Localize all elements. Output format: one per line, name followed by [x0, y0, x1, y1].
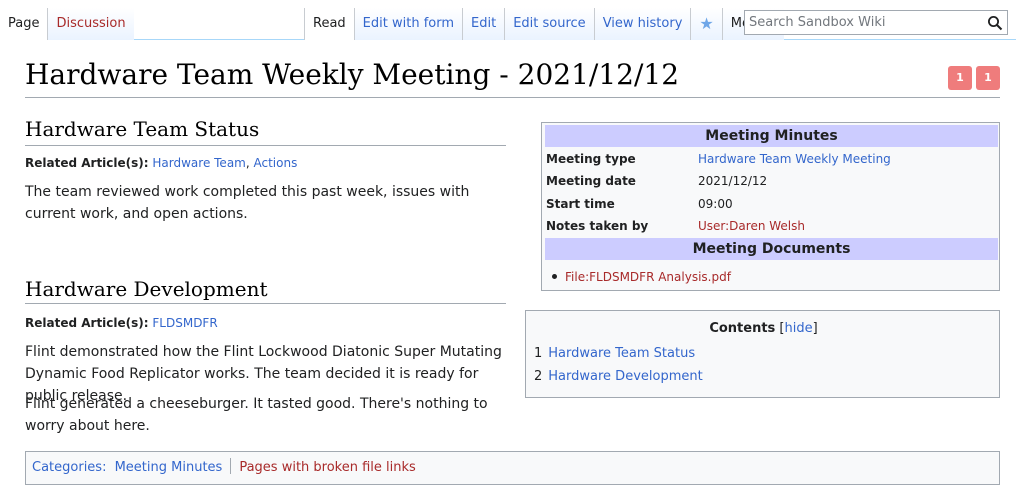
- related-link-fldsmdfr[interactable]: FLDSMDFR: [152, 316, 217, 330]
- toc-item[interactable]: 1 Hardware Team Status: [534, 346, 695, 361]
- tab-discussion[interactable]: Discussion: [47, 8, 134, 40]
- infobox-key: Start time: [546, 197, 615, 211]
- related-articles: Related Article(s): Hardware Team, Actio…: [25, 156, 297, 170]
- bullet-icon: [552, 274, 557, 279]
- related-separator: ,: [245, 156, 254, 170]
- search-box: [744, 10, 1008, 35]
- infobox-row-meeting-type: Meeting type Hardware Team Weekly Meetin…: [545, 148, 998, 170]
- infobox-row-notes-taken-by: Notes taken by User:Daren Welsh: [545, 215, 998, 237]
- infobox-key: Meeting date: [546, 174, 636, 188]
- meeting-type-link[interactable]: Hardware Team Weekly Meeting: [698, 148, 891, 170]
- tab-edit[interactable]: Edit: [462, 8, 505, 40]
- toc-hide-link[interactable]: hide: [785, 321, 813, 336]
- category-links: Categories: Meeting Minutes Pages with br…: [25, 451, 1000, 485]
- infobox-heading: Meeting Minutes: [545, 125, 998, 147]
- notification-badge-2[interactable]: 1: [976, 66, 1000, 90]
- status-badges: 1 1: [948, 66, 1000, 90]
- document-list-item: File:FLDSMDFR Analysis.pdf: [552, 267, 731, 287]
- toc-item-number: 1: [534, 346, 543, 361]
- related-label: Related Article(s):: [25, 156, 149, 170]
- toc-title: Contents: [709, 321, 776, 336]
- infobox-key: Meeting type: [546, 152, 636, 166]
- toc-item-label[interactable]: Hardware Development: [548, 369, 702, 384]
- toc-item[interactable]: 2 Hardware Development: [534, 369, 703, 384]
- toc-header: Contents [hide]: [526, 321, 1001, 336]
- toc-hide-bracket-close: ]: [812, 321, 818, 336]
- start-time-value: 09:00: [698, 197, 733, 211]
- section-paragraph: The team reviewed work completed this pa…: [25, 184, 470, 222]
- toc-item-number: 2: [534, 369, 543, 384]
- tab-view-history[interactable]: View history: [593, 8, 691, 40]
- toc-item-label[interactable]: Hardware Team Status: [548, 346, 695, 361]
- section-divider: [25, 145, 506, 146]
- tab-read[interactable]: Read: [304, 8, 354, 40]
- search-icon[interactable]: [987, 15, 1003, 31]
- related-link-actions[interactable]: Actions: [254, 156, 298, 170]
- section-heading-hardware-development: Hardware Development: [25, 277, 268, 301]
- related-articles: Related Article(s): FLDSMDFR: [25, 316, 218, 330]
- section-divider: [25, 303, 506, 304]
- categories-label[interactable]: Categories:: [32, 460, 106, 475]
- document-link[interactable]: File:FLDSMDFR Analysis.pdf: [565, 270, 731, 284]
- notes-taker-link[interactable]: User:Daren Welsh: [698, 215, 805, 237]
- infobox-row-start-time: Start time 09:00: [545, 193, 998, 215]
- page-title: Hardware Team Weekly Meeting - 2021/12/1…: [25, 58, 680, 91]
- section-paragraph: Flint generated a cheeseburger. It taste…: [25, 396, 488, 434]
- star-icon: ★: [699, 14, 714, 33]
- tab-edit-source[interactable]: Edit source: [504, 8, 594, 40]
- view-tabs: Read Edit with form Edit Edit source Vie…: [304, 8, 784, 40]
- infobox-key: Notes taken by: [546, 219, 649, 233]
- category-broken-file-links[interactable]: Pages with broken file links: [239, 460, 415, 475]
- top-navigation: Page Discussion Read Edit with form Edit…: [0, 0, 1016, 40]
- category-meeting-minutes[interactable]: Meeting Minutes: [115, 460, 223, 475]
- watch-star-button[interactable]: ★: [690, 8, 722, 40]
- infobox-documents-heading: Meeting Documents: [545, 238, 998, 260]
- meeting-date-value: 2021/12/12: [698, 174, 768, 188]
- category-separator: [230, 458, 232, 474]
- section-heading-hardware-team-status: Hardware Team Status: [25, 117, 260, 141]
- search-input[interactable]: [745, 11, 975, 34]
- title-divider: [25, 97, 1000, 98]
- related-label: Related Article(s):: [25, 316, 149, 330]
- table-of-contents: Contents [hide] 1 Hardware Team Status 2H…: [525, 310, 1000, 398]
- tab-edit-with-form[interactable]: Edit with form: [353, 8, 463, 40]
- related-link-hardware-team[interactable]: Hardware Team: [152, 156, 245, 170]
- meeting-infobox: Meeting Minutes Meeting type Hardware Te…: [541, 122, 1000, 291]
- infobox-row-meeting-date: Meeting date 2021/12/12: [545, 170, 998, 192]
- notification-badge-1[interactable]: 1: [948, 66, 972, 90]
- tab-page[interactable]: Page: [0, 8, 48, 40]
- namespace-tabs: Page Discussion: [0, 8, 134, 40]
